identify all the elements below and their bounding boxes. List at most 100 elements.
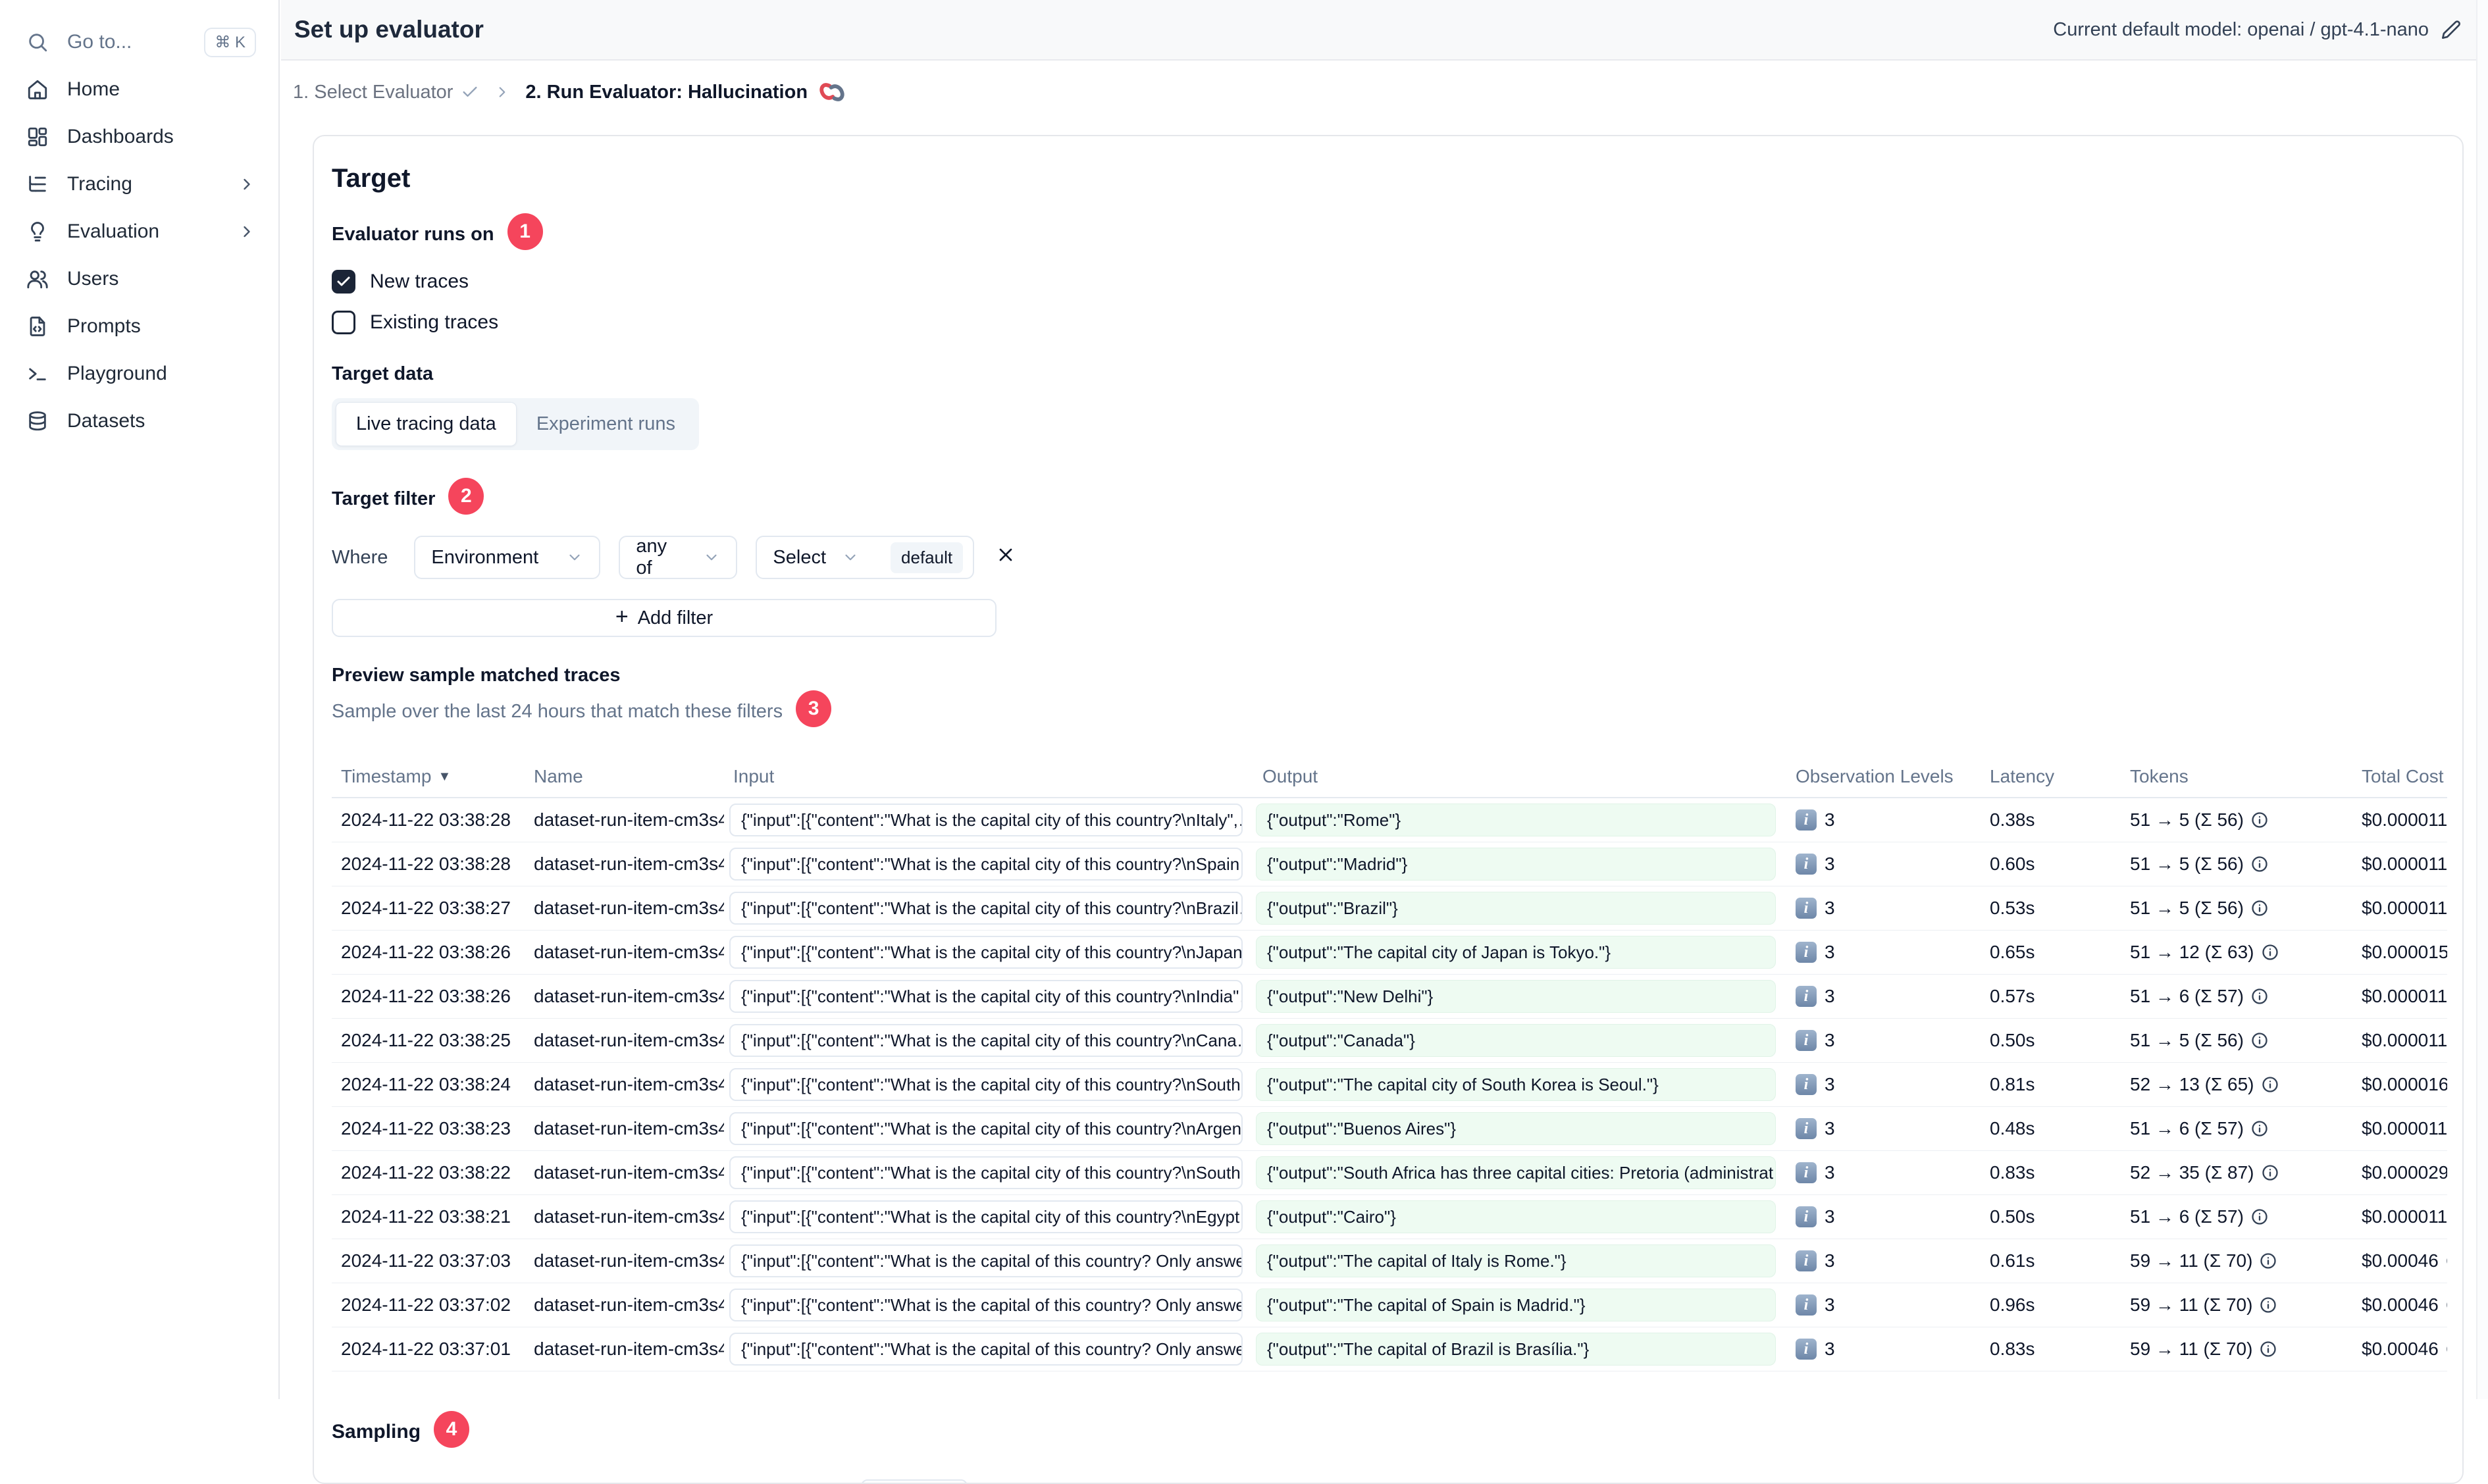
info-circle-icon[interactable]: [2445, 1340, 2447, 1358]
output-box[interactable]: {"output":"The capital city of Japan is …: [1256, 936, 1776, 969]
input-box[interactable]: {"input":[{"content":"What is the capita…: [729, 1068, 1243, 1101]
sidebar-item-tracing[interactable]: Tracing: [0, 161, 278, 208]
checkbox-checked-icon[interactable]: [332, 270, 355, 294]
output-box[interactable]: {"output":"The capital of Italy is Rome.…: [1256, 1244, 1776, 1277]
input-box[interactable]: {"input":[{"content":"What is the capita…: [729, 1112, 1243, 1145]
info-circle-icon[interactable]: [2250, 1119, 2269, 1138]
input-box[interactable]: {"input":[{"content":"What is the capita…: [729, 1200, 1243, 1233]
table-row[interactable]: 2024-11-22 03:37:02 dataset-run-item-cm3…: [332, 1283, 2447, 1327]
input-box[interactable]: {"input":[{"content":"What is the capita…: [729, 936, 1243, 969]
table-row[interactable]: 2024-11-22 03:38:27 dataset-run-item-cm3…: [332, 886, 2447, 931]
info-circle-icon[interactable]: [2250, 1031, 2269, 1050]
add-filter-button[interactable]: + Add filter: [332, 599, 997, 637]
input-box[interactable]: {"input":[{"content":"What is the capita…: [729, 892, 1243, 925]
output-box[interactable]: {"output":"South Africa has three capita…: [1256, 1156, 1776, 1189]
table-row[interactable]: 2024-11-22 03:38:22 dataset-run-item-cm3…: [332, 1151, 2447, 1195]
annotation-badge-2: 2: [448, 478, 484, 515]
output-box[interactable]: {"output":"New Delhi"}: [1256, 980, 1776, 1013]
cell-latency: 0.50s: [1981, 1206, 2121, 1227]
output-box[interactable]: {"output":"The capital city of South Kor…: [1256, 1068, 1776, 1101]
users-icon: [26, 267, 50, 291]
info-circle-icon[interactable]: [2445, 1296, 2447, 1314]
filter-operator-select[interactable]: any of: [619, 536, 737, 579]
input-box[interactable]: {"input":[{"content":"What is the capita…: [729, 848, 1243, 881]
output-box[interactable]: {"output":"Canada"}: [1256, 1024, 1776, 1057]
info-circle-icon[interactable]: [2261, 1164, 2279, 1182]
cell-timestamp: 2024-11-22 03:38:23: [332, 1118, 525, 1139]
output-box[interactable]: {"output":"Rome"}: [1256, 804, 1776, 836]
output-box[interactable]: {"output":"Brazil"}: [1256, 892, 1776, 925]
col-header-observation-levels: Observation Levels: [1786, 766, 1981, 787]
table-row[interactable]: 2024-11-22 03:38:28 dataset-run-item-cm3…: [332, 842, 2447, 886]
check-icon: [461, 83, 479, 101]
sidebar-item-playground[interactable]: Playground: [0, 350, 278, 397]
cell-timestamp: 2024-11-22 03:38:28: [332, 854, 525, 875]
checkbox-unchecked-icon[interactable]: [332, 311, 355, 334]
output-box[interactable]: {"output":"The capital of Brazil is Bras…: [1256, 1333, 1776, 1366]
info-circle-icon[interactable]: [2250, 1208, 2269, 1226]
cost-text: $0.000011: [2362, 854, 2447, 875]
cost-text: $0.00046: [2362, 1339, 2439, 1360]
sidebar-item-dashboards[interactable]: Dashboards: [0, 113, 278, 161]
sampling-section: Sampling 4 100.00 %: [332, 1414, 2445, 1484]
dashboards-icon: [26, 125, 50, 149]
cell-timestamp: 2024-11-22 03:38:21: [332, 1206, 525, 1227]
sidebar-item-users[interactable]: Users: [0, 255, 278, 303]
cost-text: $0.000011: [2362, 809, 2447, 831]
tab-live-tracing-data[interactable]: Live tracing data: [336, 402, 517, 446]
input-box[interactable]: {"input":[{"content":"What is the capita…: [729, 804, 1243, 836]
input-box[interactable]: {"input":[{"content":"What is the capita…: [729, 980, 1243, 1013]
filter-row: Where Environment any of Select default: [332, 536, 2445, 579]
info-circle-icon[interactable]: [2250, 987, 2269, 1006]
table-row[interactable]: 2024-11-22 03:38:23 dataset-run-item-cm3…: [332, 1107, 2447, 1151]
info-circle-icon[interactable]: [2259, 1296, 2277, 1314]
table-row[interactable]: 2024-11-22 03:38:24 dataset-run-item-cm3…: [332, 1063, 2447, 1107]
obs-count: 3: [1825, 1250, 1835, 1271]
edit-pencil-icon[interactable]: [2441, 19, 2462, 40]
goto-search[interactable]: Go to... ⌘ K: [0, 18, 278, 66]
output-box[interactable]: {"output":"Cairo"}: [1256, 1200, 1776, 1233]
table-row[interactable]: 2024-11-22 03:37:03 dataset-run-item-cm3…: [332, 1239, 2447, 1283]
sidebar-item-datasets[interactable]: Datasets: [0, 397, 278, 445]
filter-column-select[interactable]: Environment: [414, 536, 600, 579]
info-circle-icon[interactable]: [2250, 811, 2269, 829]
info-circle-icon[interactable]: [2250, 855, 2269, 873]
info-circle-icon[interactable]: [2445, 1252, 2447, 1270]
info-circle-icon[interactable]: [2250, 899, 2269, 917]
target-card: Target Evaluator runs on 1 New traces Ex…: [313, 135, 2464, 1484]
table-row[interactable]: 2024-11-22 03:38:21 dataset-run-item-cm3…: [332, 1195, 2447, 1239]
table-row[interactable]: 2024-11-22 03:38:26 dataset-run-item-cm3…: [332, 931, 2447, 975]
table-row[interactable]: 2024-11-22 03:38:25 dataset-run-item-cm3…: [332, 1019, 2447, 1063]
info-circle-icon[interactable]: [2261, 943, 2279, 961]
sidebar-item-prompts[interactable]: Prompts: [0, 303, 278, 350]
input-box[interactable]: {"input":[{"content":"What is the capita…: [729, 1333, 1243, 1366]
sidebar-item-home[interactable]: Home: [0, 66, 278, 113]
info-circle-icon[interactable]: [2259, 1340, 2277, 1358]
table-row[interactable]: 2024-11-22 03:38:28 dataset-run-item-cm3…: [332, 798, 2447, 842]
cost-text: $0.000011: [2362, 1118, 2447, 1139]
checkbox-existing-traces[interactable]: Existing traces: [332, 311, 2445, 334]
step-select-evaluator[interactable]: 1. Select Evaluator: [293, 82, 479, 103]
input-box[interactable]: {"input":[{"content":"What is the capita…: [729, 1156, 1243, 1189]
info-level-badge: i: [1796, 1206, 1817, 1227]
sidebar-item-evaluation[interactable]: Evaluation: [0, 208, 278, 255]
table-row[interactable]: 2024-11-22 03:37:01 dataset-run-item-cm3…: [332, 1327, 2447, 1371]
checkbox-new-traces[interactable]: New traces: [332, 270, 2445, 294]
col-header-timestamp[interactable]: Timestamp ▼: [332, 766, 525, 787]
input-box[interactable]: {"input":[{"content":"What is the capita…: [729, 1289, 1243, 1321]
output-box[interactable]: {"output":"The capital of Spain is Madri…: [1256, 1289, 1776, 1321]
page-scrollbar[interactable]: [2476, 0, 2488, 1399]
input-box[interactable]: {"input":[{"content":"What is the capita…: [729, 1244, 1243, 1277]
input-box[interactable]: {"input":[{"content":"What is the capita…: [729, 1024, 1243, 1057]
table-row[interactable]: 2024-11-22 03:38:26 dataset-run-item-cm3…: [332, 975, 2447, 1019]
output-box[interactable]: {"output":"Buenos Aires"}: [1256, 1112, 1776, 1145]
tab-experiment-runs[interactable]: Experiment runs: [517, 403, 695, 446]
sampling-percent-input[interactable]: 100.00: [861, 1479, 968, 1484]
cell-timestamp: 2024-11-22 03:38:24: [332, 1074, 525, 1095]
info-circle-icon[interactable]: [2259, 1252, 2277, 1270]
output-box[interactable]: {"output":"Madrid"}: [1256, 848, 1776, 881]
cell-latency: 0.83s: [1981, 1162, 2121, 1183]
filter-value-select[interactable]: Select default: [756, 536, 974, 579]
remove-filter-button[interactable]: [995, 544, 1022, 571]
info-circle-icon[interactable]: [2261, 1075, 2279, 1094]
